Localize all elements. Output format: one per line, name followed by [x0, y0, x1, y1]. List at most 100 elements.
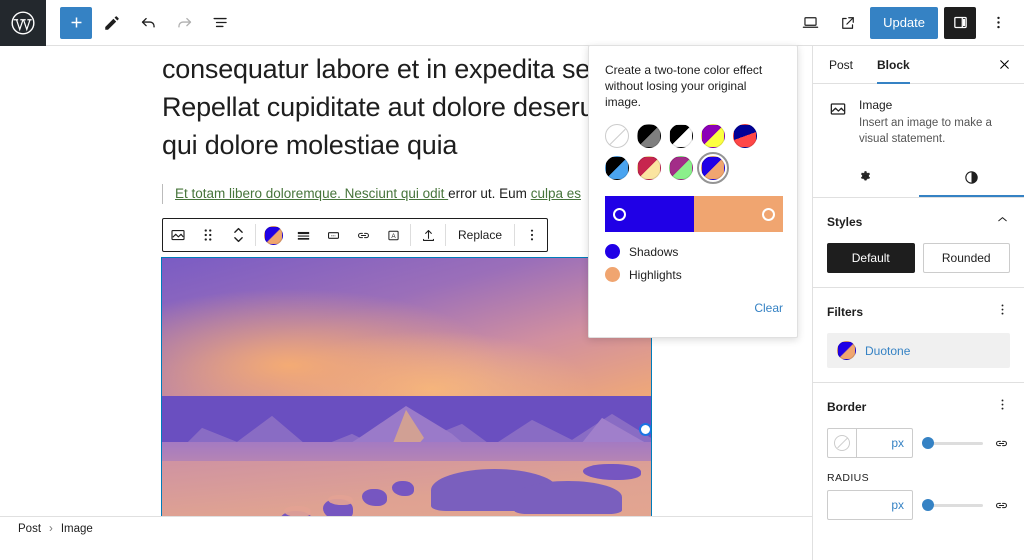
preview-laptop-icon[interactable] [794, 7, 826, 39]
drag-dots-icon[interactable] [193, 219, 223, 251]
duotone-filter-swatch-icon [837, 341, 856, 360]
duotone-color-slider[interactable] [605, 196, 783, 232]
block-type-image-icon[interactable] [163, 219, 193, 251]
border-radius-control: px [827, 490, 1010, 520]
svg-text:A: A [391, 232, 396, 239]
top-bar-right-tools: Update [794, 6, 1024, 39]
style-default-button[interactable]: Default [827, 243, 915, 273]
radius-unit-label[interactable]: px [891, 498, 912, 512]
duotone-swatch-midnight[interactable] [605, 156, 629, 180]
duotone-swatch-magenta-yellow[interactable] [637, 156, 661, 180]
duotone-filter-row[interactable]: Duotone [827, 333, 1010, 368]
duotone-highlight-track[interactable] [694, 196, 783, 232]
shadows-color-dot [605, 244, 620, 259]
filters-section-header: Filters [827, 302, 1010, 322]
settings-sidebar: Post Block Image Insert an image to make… [812, 46, 1024, 560]
block-info-description: Insert an image to make a visual stateme… [859, 117, 992, 145]
duotone-legend-highlights[interactable]: Highlights [605, 267, 781, 282]
duotone-highlight-knob[interactable] [762, 207, 775, 221]
redo-button[interactable] [168, 7, 200, 39]
top-bar-left-tools [46, 6, 236, 39]
border-width-control: px [827, 428, 1010, 458]
toolbar-divider-4 [514, 224, 516, 246]
highlights-color-dot [605, 267, 620, 282]
wordpress-logo-icon[interactable] [0, 0, 46, 46]
toolbar-divider-3 [445, 224, 446, 246]
quote-text-green-2: culpa es [530, 186, 581, 201]
block-info: Image Insert an image to make a visual s… [813, 84, 1024, 157]
tools-pencil-button[interactable] [96, 7, 128, 39]
duotone-clear-button[interactable]: Clear [754, 301, 783, 315]
block-toolbar: A Replace [162, 218, 549, 252]
block-info-title: Image [859, 98, 893, 112]
replace-button[interactable]: Replace [448, 219, 512, 251]
duotone-swatch-grayscale[interactable] [669, 124, 693, 148]
update-button[interactable]: Update [870, 6, 938, 39]
duotone-shadow-track[interactable] [605, 196, 694, 232]
duotone-swatch-unset[interactable] [605, 124, 629, 148]
crop-icon[interactable] [318, 219, 348, 251]
radius-label: RADIUS [827, 472, 870, 484]
style-rounded-button[interactable]: Rounded [922, 243, 1010, 273]
breadcrumb-item-post[interactable]: Post [18, 523, 41, 535]
no-color-icon [834, 435, 850, 451]
text-over-image-icon[interactable]: A [378, 219, 408, 251]
border-unit-label[interactable]: px [891, 436, 912, 450]
duotone-swatch-blue-red[interactable] [733, 124, 757, 148]
duotone-swatch-dark-grayscale[interactable] [637, 124, 661, 148]
toolbar-divider [255, 224, 256, 246]
upload-icon[interactable] [413, 219, 443, 251]
border-section: Border px RADIUS px [813, 383, 1024, 534]
quote-text-green-1: Et totam libero doloremque. Nesciunt qui… [175, 186, 449, 201]
editor-options-button[interactable] [982, 7, 1014, 39]
duotone-swatch-grid [605, 124, 785, 184]
duotone-legend-shadows[interactable]: Shadows [605, 244, 781, 259]
filters-title: Filters [827, 305, 864, 319]
border-title: Border [827, 400, 867, 414]
block-options-button[interactable] [517, 219, 547, 251]
duotone-description: Create a two-tone color effect without l… [605, 63, 763, 109]
add-block-button[interactable] [60, 6, 92, 39]
border-options-icon[interactable] [995, 397, 1010, 417]
sidebar-icon-tabs [813, 157, 1024, 198]
close-sidebar-icon[interactable] [988, 49, 1020, 81]
align-icon[interactable] [288, 219, 318, 251]
tab-block[interactable]: Block [865, 46, 922, 84]
tab-post[interactable]: Post [817, 46, 865, 84]
tab-settings[interactable] [813, 157, 919, 197]
settings-sidebar-toggle[interactable] [944, 6, 976, 39]
chevron-up-icon[interactable] [995, 212, 1010, 232]
chevron-updown-icon[interactable] [223, 219, 253, 251]
sidebar-tabs: Post Block [813, 46, 1024, 84]
duotone-swatch-blue-orange[interactable] [697, 152, 729, 184]
wordpress-block-editor: Update consequatur labore et in expedita… [0, 0, 1024, 560]
style-variation-buttons: Default Rounded [827, 243, 1010, 273]
link-icon[interactable] [348, 219, 378, 251]
editor-top-bar: Update [0, 0, 1024, 46]
view-post-external-link-icon[interactable] [832, 7, 864, 39]
border-width-slider[interactable] [922, 436, 983, 450]
border-section-header: Border [827, 397, 1010, 417]
border-width-input-group[interactable]: px [827, 428, 913, 458]
toolbar-divider-2 [410, 224, 411, 246]
duotone-swatch-purple-yellow[interactable] [701, 124, 725, 148]
border-color-swatch[interactable] [828, 429, 857, 457]
breadcrumb-item-image[interactable]: Image [61, 523, 93, 535]
resize-handle-right[interactable] [639, 423, 651, 436]
image-block[interactable] [161, 257, 652, 540]
duotone-shadow-knob[interactable] [613, 207, 626, 221]
tab-styles[interactable] [918, 157, 1024, 197]
duotone-swatch-icon[interactable] [258, 219, 288, 251]
radius-input-group[interactable]: px [827, 490, 913, 520]
breadcrumb: Post › Image [0, 516, 812, 540]
duotone-swatch-purple-green[interactable] [669, 156, 693, 180]
undo-button[interactable] [132, 7, 164, 39]
radius-slider[interactable] [922, 498, 983, 512]
list-view-button[interactable] [204, 7, 236, 39]
breadcrumb-separator: › [49, 522, 53, 535]
filters-section: Filters Duotone [813, 288, 1024, 383]
image-block-icon [827, 98, 849, 120]
radius-link-sides-icon[interactable] [992, 497, 1010, 514]
filters-options-icon[interactable] [995, 302, 1010, 322]
border-link-sides-icon[interactable] [992, 435, 1010, 452]
